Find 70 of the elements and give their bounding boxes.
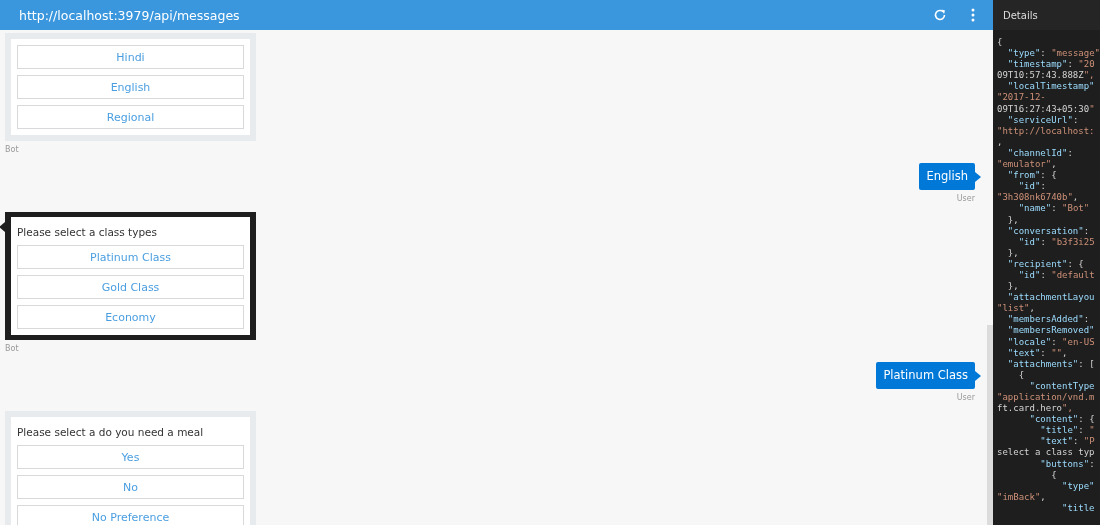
json-line: 09T16:27:43+05:30" — [997, 103, 1095, 115]
json-line: "membersRemoved" — [1006, 325, 1095, 337]
refresh-icon[interactable] — [933, 8, 947, 22]
json-line: "type" — [1061, 480, 1095, 492]
json-line: { — [1017, 369, 1025, 381]
hero-card[interactable]: Hindi English Regional — [5, 33, 256, 141]
json-line: "localTimestamp" — [1006, 81, 1095, 93]
hero-card[interactable]: Please select a do you need a meal Yes No No Preference — [5, 411, 256, 525]
choice-button[interactable]: Platinum Class — [17, 245, 244, 269]
json-line: "recipient": { — [1006, 258, 1084, 270]
sender-label: Bot — [5, 144, 19, 156]
choice-button[interactable]: Hindi — [17, 45, 244, 69]
json-line: "conversation": — [1006, 225, 1090, 237]
choice-button[interactable]: No — [17, 475, 244, 499]
json-line: "application/vnd.m — [997, 392, 1095, 404]
json-line: "text": "", — [1006, 347, 1068, 359]
json-line: "attachmentLayou — [1006, 292, 1095, 304]
json-line: }, — [1006, 247, 1019, 259]
choice-button[interactable]: Gold Class — [17, 275, 244, 299]
json-line: "imBack", — [997, 491, 1046, 503]
json-line: "text": "P — [1039, 436, 1095, 448]
more-menu-icon[interactable] — [971, 8, 975, 22]
bubble-tail-icon — [975, 171, 981, 182]
json-line: "timestamp": "20 — [1006, 59, 1095, 71]
choice-button[interactable]: Economy — [17, 305, 244, 329]
user-message: Platinum Class — [876, 362, 975, 389]
json-line: "http://localhost: — [997, 125, 1095, 137]
json-line: "id": — [1017, 181, 1046, 193]
json-line: "attachments": [ — [1006, 358, 1095, 370]
pointer-icon — [0, 222, 5, 232]
sender-label: User — [956, 193, 975, 205]
json-line: "contentType — [1028, 380, 1095, 392]
json-line: { — [997, 37, 1003, 49]
sender-label: User — [956, 392, 975, 404]
choice-button[interactable]: No Preference — [17, 505, 244, 525]
json-line: "serviceUrl": — [1006, 114, 1079, 126]
panel-title: Details — [1003, 9, 1038, 21]
json-line: "emulator", — [997, 159, 1057, 171]
json-line: { — [1050, 469, 1057, 481]
sender-label: Bot — [5, 343, 19, 355]
endpoint-url: http://localhost:3979/api/messages — [19, 7, 241, 23]
json-line: "channelId": — [1006, 147, 1073, 160]
json-line: "id": "default — [1017, 269, 1095, 282]
scrollbar-thumb[interactable] — [987, 325, 993, 525]
card-text: Please select a do you need a meal — [17, 425, 205, 439]
json-line: select a class typ — [997, 447, 1095, 459]
json-line: "id": "b3f3i25 — [1017, 236, 1095, 248]
json-line: }, — [1006, 281, 1019, 293]
choice-button[interactable]: Yes — [17, 445, 244, 469]
json-line: ft.card.hero", — [997, 403, 1073, 415]
json-line: "3h308nk6740b", — [997, 192, 1079, 204]
choice-button[interactable]: Regional — [17, 105, 244, 129]
json-line: }, — [1006, 214, 1019, 226]
json-line: "buttons": — [1039, 458, 1095, 470]
card-text: Please select a class types — [17, 225, 159, 239]
user-message: English — [919, 163, 975, 190]
json-line: "title — [1061, 502, 1095, 515]
json-line: "2017-12- — [997, 92, 1046, 104]
json-line: 09T10:57:43.888Z", — [997, 70, 1095, 82]
json-line: "name": "Bot" — [1017, 203, 1090, 215]
json-line: "type": "message" — [1006, 48, 1100, 60]
json-line: "locale": "en-US — [1006, 336, 1095, 348]
choice-button[interactable]: English — [17, 75, 244, 99]
bubble-tail-icon — [975, 370, 981, 381]
json-line: , — [997, 136, 1003, 148]
json-line: "from": { — [1006, 170, 1057, 182]
json-line: "list", — [997, 303, 1035, 315]
json-line: "membersAdded": — [1006, 314, 1090, 326]
json-line: "title": " — [1039, 425, 1095, 437]
json-line: "content": { — [1028, 414, 1095, 426]
